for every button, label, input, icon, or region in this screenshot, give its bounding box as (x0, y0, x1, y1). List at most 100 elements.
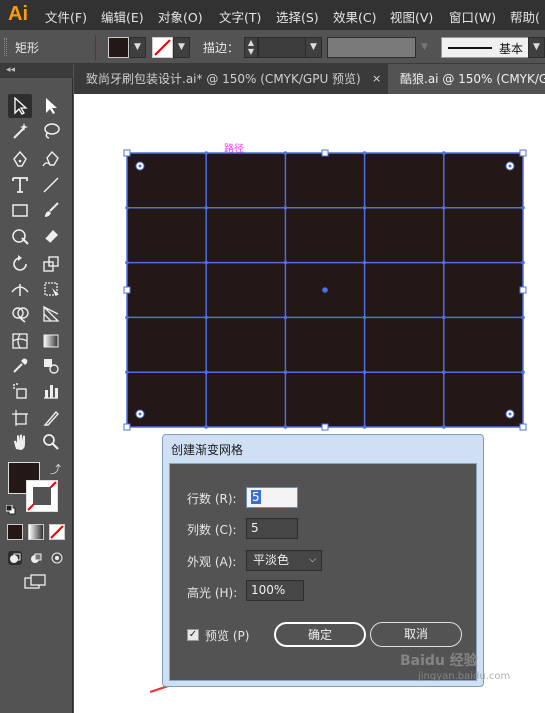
draw-inside-button[interactable] (50, 551, 64, 565)
menu-effect[interactable]: 效果(C) (333, 7, 376, 26)
variable-width-profile[interactable] (327, 37, 416, 58)
tab-close-icon[interactable]: × (372, 72, 381, 85)
free-transform-tool[interactable] (39, 277, 63, 301)
type-tool[interactable] (8, 173, 32, 197)
eyedropper-tool[interactable] (8, 354, 32, 378)
curvature-tool[interactable] (39, 147, 63, 171)
brush-dropdown[interactable]: ▼ (528, 37, 545, 58)
color-mode-button[interactable] (7, 524, 23, 540)
variable-width-dropdown[interactable]: ▼ (416, 37, 433, 58)
stroke-weight-dropdown[interactable]: ▼ (305, 37, 322, 58)
mesh-point (283, 425, 288, 429)
column-graph-tool[interactable] (39, 379, 63, 403)
magic-wand-tool[interactable] (8, 119, 32, 143)
brush-definition[interactable]: 基本 (441, 37, 530, 58)
selection-tool[interactable] (8, 94, 32, 118)
hand-tool[interactable] (8, 430, 32, 454)
mesh-point (362, 260, 367, 265)
ok-button[interactable]: 确定 (274, 622, 366, 647)
mesh-point (125, 206, 129, 210)
swap-colors-icon[interactable]: ⤴ (50, 461, 61, 477)
stroke-weight-stepper[interactable]: ▲ ▼ (244, 37, 258, 58)
draw-behind-button[interactable] (29, 551, 43, 565)
no-stroke-slash-icon (27, 481, 57, 511)
default-colors-icon[interactable] (5, 504, 16, 515)
toolbar-collapse[interactable]: ◂◂ (0, 64, 73, 78)
shaper-tool[interactable] (8, 224, 32, 248)
mesh-tool[interactable] (8, 329, 32, 353)
bounding-box-handle (321, 149, 329, 157)
draw-normal-button[interactable] (8, 551, 22, 565)
screen-mode-icon (24, 574, 46, 589)
columns-input[interactable]: 5 (246, 518, 298, 539)
preview-checkbox[interactable]: ✓ (187, 629, 199, 641)
mesh-point (442, 206, 446, 210)
gradient-mode-button[interactable] (28, 524, 44, 540)
fill-dropdown-arrow[interactable]: ▼ (129, 37, 146, 58)
perspective-grid-tool[interactable] (39, 302, 63, 326)
stroke-weight-input[interactable] (258, 37, 306, 58)
stroke-swatch[interactable] (152, 37, 173, 58)
highlight-input[interactable]: 100% (246, 580, 304, 601)
mesh-point (442, 151, 446, 155)
mesh-point (283, 260, 288, 265)
mesh-icon (12, 333, 28, 349)
preview-label: 预览 (P) (205, 629, 250, 643)
menu-view[interactable]: 视图(V) (390, 7, 433, 26)
menu-object[interactable]: 对象(O) (158, 7, 203, 26)
tab-toothbrush-doc[interactable]: 致尚牙刷包装设计.ai* @ 150% (CMYK/GPU 预览) (74, 64, 389, 94)
stroke-dropdown-arrow[interactable]: ▼ (173, 37, 190, 58)
mesh-point (442, 425, 446, 429)
none-mode-button[interactable] (49, 524, 65, 540)
cancel-button[interactable]: 取消 (370, 622, 462, 647)
pen-tool[interactable] (8, 147, 32, 171)
bounding-box-handle (123, 286, 131, 294)
mesh-point (362, 206, 367, 210)
gradient-tool[interactable] (39, 329, 63, 353)
mesh-point (442, 370, 446, 375)
line-segment-tool[interactable] (39, 173, 63, 197)
menu-window[interactable]: 窗口(W) (449, 7, 496, 26)
eyedropper-icon (13, 358, 28, 373)
dialog-body: 行数 (R): 5 列数 (C): 5 外观 (A): 平淡色 ⌵ 高光 (H)… (169, 463, 477, 681)
appearance-value: 平淡色 (253, 553, 290, 567)
curvature-pen-icon (42, 150, 59, 167)
rows-input[interactable]: 5 (246, 487, 298, 508)
scale-tool[interactable] (39, 252, 63, 276)
artboard-tool[interactable] (8, 406, 32, 430)
screen-mode-button[interactable] (24, 574, 48, 590)
fill-swatch[interactable] (108, 37, 129, 58)
width-tool[interactable] (8, 277, 32, 301)
corner-widget-dot (138, 164, 142, 168)
brush-stroke-preview (448, 47, 492, 49)
menu-type[interactable]: 文字(T) (219, 7, 261, 26)
symbol-sprayer-tool[interactable] (8, 379, 32, 403)
eraser-icon (44, 230, 58, 244)
menu-edit[interactable]: 编辑(E) (101, 7, 144, 26)
mesh-point (125, 315, 129, 320)
center-point (322, 287, 328, 293)
paintbrush-tool[interactable] (39, 198, 63, 222)
menu-select[interactable]: 选择(S) (276, 7, 319, 26)
mesh-point (362, 315, 367, 320)
direct-selection-tool[interactable] (39, 94, 63, 118)
mesh-point (521, 315, 525, 320)
direct-selection-icon (46, 98, 57, 114)
zoom-magnifier-icon (43, 434, 59, 450)
menu-file[interactable]: 文件(F) (45, 7, 87, 26)
rotate-tool[interactable] (8, 252, 32, 276)
stroke-color-swatch[interactable] (26, 480, 58, 512)
blend-tool[interactable] (39, 354, 63, 378)
zoom-tool[interactable] (39, 430, 63, 454)
appearance-label: 外观 (A): (187, 555, 237, 569)
tab-kulang-doc[interactable]: 酷狼.ai @ 150% (CMYK/G (388, 64, 545, 94)
menu-help[interactable]: 帮助( (510, 7, 540, 26)
shape-builder-tool[interactable] (8, 302, 32, 326)
rectangle-tool[interactable] (8, 198, 32, 222)
panel-grip[interactable] (4, 38, 7, 56)
slice-tool[interactable] (39, 406, 63, 430)
rows-input-value: 5 (251, 490, 261, 504)
lasso-tool[interactable] (39, 119, 63, 143)
appearance-select[interactable]: 平淡色 ⌵ (246, 550, 322, 571)
eraser-tool[interactable] (39, 224, 63, 248)
